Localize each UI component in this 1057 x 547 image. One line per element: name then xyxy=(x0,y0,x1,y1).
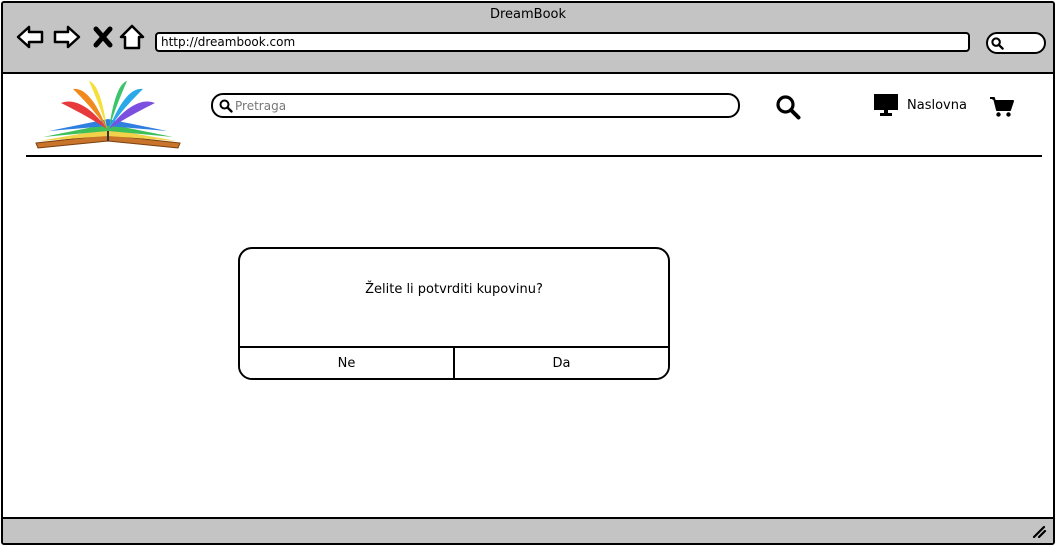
site-search-field[interactable] xyxy=(211,93,740,118)
search-icon xyxy=(991,37,1004,50)
home-link[interactable]: Naslovna xyxy=(873,93,967,117)
monitor-icon xyxy=(874,94,898,116)
search-icon[interactable] xyxy=(775,94,801,120)
arrow-left-icon xyxy=(16,25,44,49)
search-icon xyxy=(219,99,233,113)
resize-handle-icon[interactable] xyxy=(1031,524,1047,538)
header-divider xyxy=(26,155,1042,157)
stop-button[interactable] xyxy=(89,23,117,51)
url-bar[interactable]: http://dreambook.com xyxy=(155,32,970,52)
dreambook-logo[interactable] xyxy=(33,79,183,151)
forward-button[interactable] xyxy=(53,23,81,51)
home-link-label: Naslovna xyxy=(907,97,967,113)
window-title: DreamBook xyxy=(489,7,567,22)
browser-search-box[interactable] xyxy=(986,32,1046,54)
site-search-input[interactable] xyxy=(235,96,715,115)
no-button[interactable]: Ne xyxy=(240,348,453,378)
back-button[interactable] xyxy=(16,23,44,51)
dialog-button-row: Ne Da xyxy=(240,346,668,378)
dialog-message: Želite li potvrditi kupovinu? xyxy=(365,282,543,297)
status-bar xyxy=(3,517,1053,543)
confirm-purchase-dialog: Želite li potvrditi kupovinu? Ne Da xyxy=(238,247,670,380)
shopping-cart-icon[interactable] xyxy=(989,96,1015,118)
url-text: http://dreambook.com xyxy=(161,35,296,49)
home-button[interactable] xyxy=(118,23,146,51)
yes-button[interactable]: Da xyxy=(453,348,668,378)
browser-chrome: DreamBook http://dreambook.com xyxy=(3,3,1053,74)
close-icon xyxy=(93,26,113,48)
arrow-right-icon xyxy=(53,25,81,49)
home-icon xyxy=(119,24,145,50)
browser-window: DreamBook http://dreambook.com Pretraga … xyxy=(1,1,1055,545)
